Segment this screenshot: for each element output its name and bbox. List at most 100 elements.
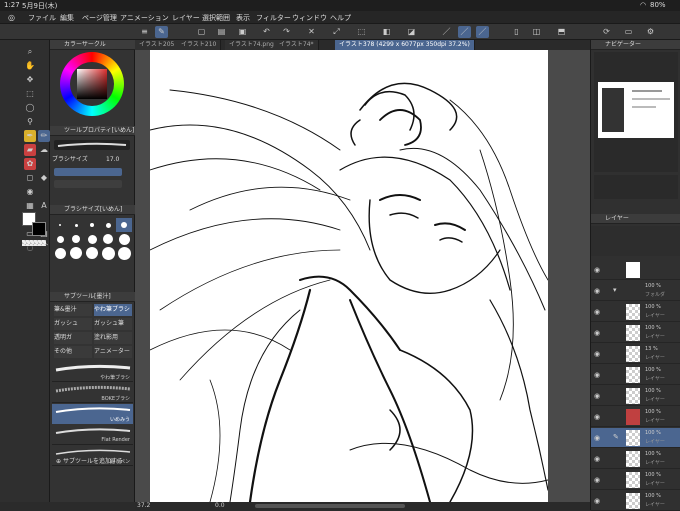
- sub-tool-group-3[interactable]: ガッシュ筆: [94, 318, 132, 330]
- add-subtool-button[interactable]: ⊕ サブツールを追加する: [56, 456, 123, 465]
- layer-row[interactable]: ◉ 13 % レイヤー: [591, 344, 680, 364]
- transform-icon[interactable]: ⤢: [330, 26, 343, 38]
- sync-icon[interactable]: ⟳: [600, 26, 613, 38]
- doc-tab[interactable]: イラスト74*: [275, 40, 319, 50]
- brush-size-dot[interactable]: [116, 218, 132, 232]
- eye-icon[interactable]: ◉: [594, 266, 600, 274]
- pencil-tool-icon[interactable]: ✏: [38, 130, 50, 142]
- fill-tool-icon[interactable]: ◉: [24, 186, 36, 198]
- brush-size-dot[interactable]: [52, 232, 68, 246]
- blend-tool-icon[interactable]: ◆: [38, 172, 50, 184]
- window-icon[interactable]: ▭: [622, 26, 635, 38]
- brush-item[interactable]: BOKEブラシ: [52, 383, 133, 403]
- sub-tool-group-5[interactable]: 塗れ影用: [94, 332, 132, 344]
- sub-tool-header[interactable]: サブツール[墨汁]: [50, 292, 135, 302]
- zoom-tool-icon[interactable]: ⌕: [24, 46, 36, 58]
- layer-row-selected[interactable]: ◉ ✎ 100 % レイヤー: [591, 428, 680, 448]
- brush-size-dot[interactable]: [116, 246, 132, 260]
- color-square[interactable]: [77, 69, 107, 99]
- layer-row[interactable]: ◉ 100 % レイヤー: [591, 365, 680, 385]
- menu-animation[interactable]: アニメーション: [120, 13, 169, 23]
- layer-row[interactable]: ◉ 100 % レイヤー: [591, 470, 680, 490]
- eyedropper-tool-icon[interactable]: ⚲: [24, 116, 36, 128]
- brush-size-dot[interactable]: [84, 218, 100, 232]
- eye-icon[interactable]: ◉: [594, 308, 600, 316]
- brush-size-value[interactable]: 17.0: [106, 154, 119, 166]
- save-icon[interactable]: ▣: [236, 26, 249, 38]
- lasso-tool-icon[interactable]: ◯: [24, 102, 36, 114]
- doc-tab[interactable]: イラスト74.png: [225, 40, 279, 50]
- menu-window[interactable]: ウィンドウ: [292, 13, 327, 23]
- open-icon[interactable]: ▤: [215, 26, 228, 38]
- eye-icon[interactable]: ◉: [594, 392, 600, 400]
- layer-toolbar[interactable]: [591, 226, 680, 256]
- layer-row[interactable]: ◉ 100 % レイヤー: [591, 449, 680, 469]
- menu-layer[interactable]: レイヤー: [172, 13, 200, 23]
- eye-icon[interactable]: ◉: [594, 434, 600, 442]
- color-wheel[interactable]: [60, 52, 124, 116]
- sub-color-swatch[interactable]: [32, 222, 46, 236]
- new-icon[interactable]: ▢: [195, 26, 208, 38]
- brush-item-selected[interactable]: いめみう: [52, 404, 133, 424]
- doc-tab[interactable]: イラスト210: [177, 40, 222, 50]
- layer-row[interactable]: ◉: [591, 260, 680, 280]
- sub-tool-group-2[interactable]: ガッシュ: [54, 318, 92, 330]
- decoration-tool-icon[interactable]: ✿: [24, 158, 36, 170]
- move-tool-icon[interactable]: ✥: [24, 74, 36, 86]
- redo-icon[interactable]: ↷: [280, 26, 293, 38]
- sub-tool-group-4[interactable]: 透明ガ: [54, 332, 92, 344]
- folder-row[interactable]: ◉ ▾ 100 % フォルダ: [591, 281, 680, 301]
- eye-icon[interactable]: ◉: [594, 287, 600, 295]
- eye-icon[interactable]: ◉: [594, 350, 600, 358]
- layer-row[interactable]: ◉ 100 % レイヤー: [591, 323, 680, 343]
- brush-size-dot[interactable]: [84, 232, 100, 246]
- eye-icon[interactable]: ◉: [594, 413, 600, 421]
- eye-icon[interactable]: ◉: [594, 476, 600, 484]
- hamburger-icon[interactable]: ≡: [138, 26, 151, 38]
- brush-size-dot[interactable]: [116, 232, 132, 246]
- brush-size-dot[interactable]: [52, 218, 68, 232]
- menu-edit[interactable]: 編集: [60, 13, 74, 23]
- menu-help[interactable]: ヘルプ: [330, 13, 351, 23]
- gradient-tool-icon[interactable]: ▦: [24, 200, 36, 212]
- brush-tool-icon[interactable]: ▰: [24, 144, 36, 156]
- eraser-tool-icon[interactable]: ◻: [24, 172, 36, 184]
- smoothing-icon[interactable]: ／: [440, 26, 453, 38]
- tool-switch-icon[interactable]: ✎: [155, 26, 168, 38]
- deselect-icon[interactable]: ⬚: [355, 26, 368, 38]
- brush-size-dot[interactable]: [84, 246, 100, 260]
- brush-size-dot[interactable]: [100, 246, 116, 260]
- brush-size-dot[interactable]: [100, 232, 116, 246]
- eye-icon[interactable]: ◉: [594, 329, 600, 337]
- text-tool-icon[interactable]: A: [38, 200, 50, 212]
- brush-item[interactable]: Flat Render: [52, 425, 133, 445]
- menu-filter[interactable]: フィルター: [256, 13, 291, 23]
- clear-icon[interactable]: ✕: [305, 26, 318, 38]
- color-panel-header[interactable]: カラーサークル: [50, 40, 135, 50]
- hand-tool-icon[interactable]: ✋: [24, 60, 36, 72]
- layer-row[interactable]: ◉ 100 % レイヤー: [591, 386, 680, 406]
- sub-tool-group-7[interactable]: アニメーター: [94, 346, 132, 358]
- layer-row[interactable]: ◉ 100 % レイヤー: [591, 491, 680, 511]
- zoom-value[interactable]: 37.2: [137, 502, 150, 509]
- brush-size-dot[interactable]: [68, 246, 84, 260]
- layer-row[interactable]: ◉ 100 % レイヤー: [591, 302, 680, 322]
- drawing-canvas[interactable]: [150, 50, 548, 502]
- eye-icon[interactable]: ◉: [594, 497, 600, 505]
- doc-tab-active[interactable]: イラスト378 (4299 x 6077px 350dpi 37.2%): [335, 40, 475, 50]
- fill-icon[interactable]: ◪: [405, 26, 418, 38]
- brush-size-dot[interactable]: [68, 218, 84, 232]
- eye-icon[interactable]: ◉: [594, 455, 600, 463]
- invert-icon[interactable]: ◧: [380, 26, 393, 38]
- transparent-swatch[interactable]: [22, 240, 46, 246]
- tool-property-header[interactable]: ツールプロパティ[いめん]: [50, 126, 135, 136]
- angle-value[interactable]: 0.0: [215, 502, 225, 509]
- brush-size-dot[interactable]: [52, 246, 68, 260]
- canvas-scrollbar[interactable]: [255, 504, 405, 508]
- menu-page[interactable]: ページ管理: [82, 13, 117, 23]
- sub-tool-group-6[interactable]: その他: [54, 346, 92, 358]
- pressure-icon[interactable]: ／: [476, 26, 489, 38]
- pen-tool-icon[interactable]: ✒: [24, 130, 36, 142]
- settings-icon[interactable]: ⚙: [644, 26, 657, 38]
- layer-panel-header[interactable]: レイヤー: [591, 214, 680, 224]
